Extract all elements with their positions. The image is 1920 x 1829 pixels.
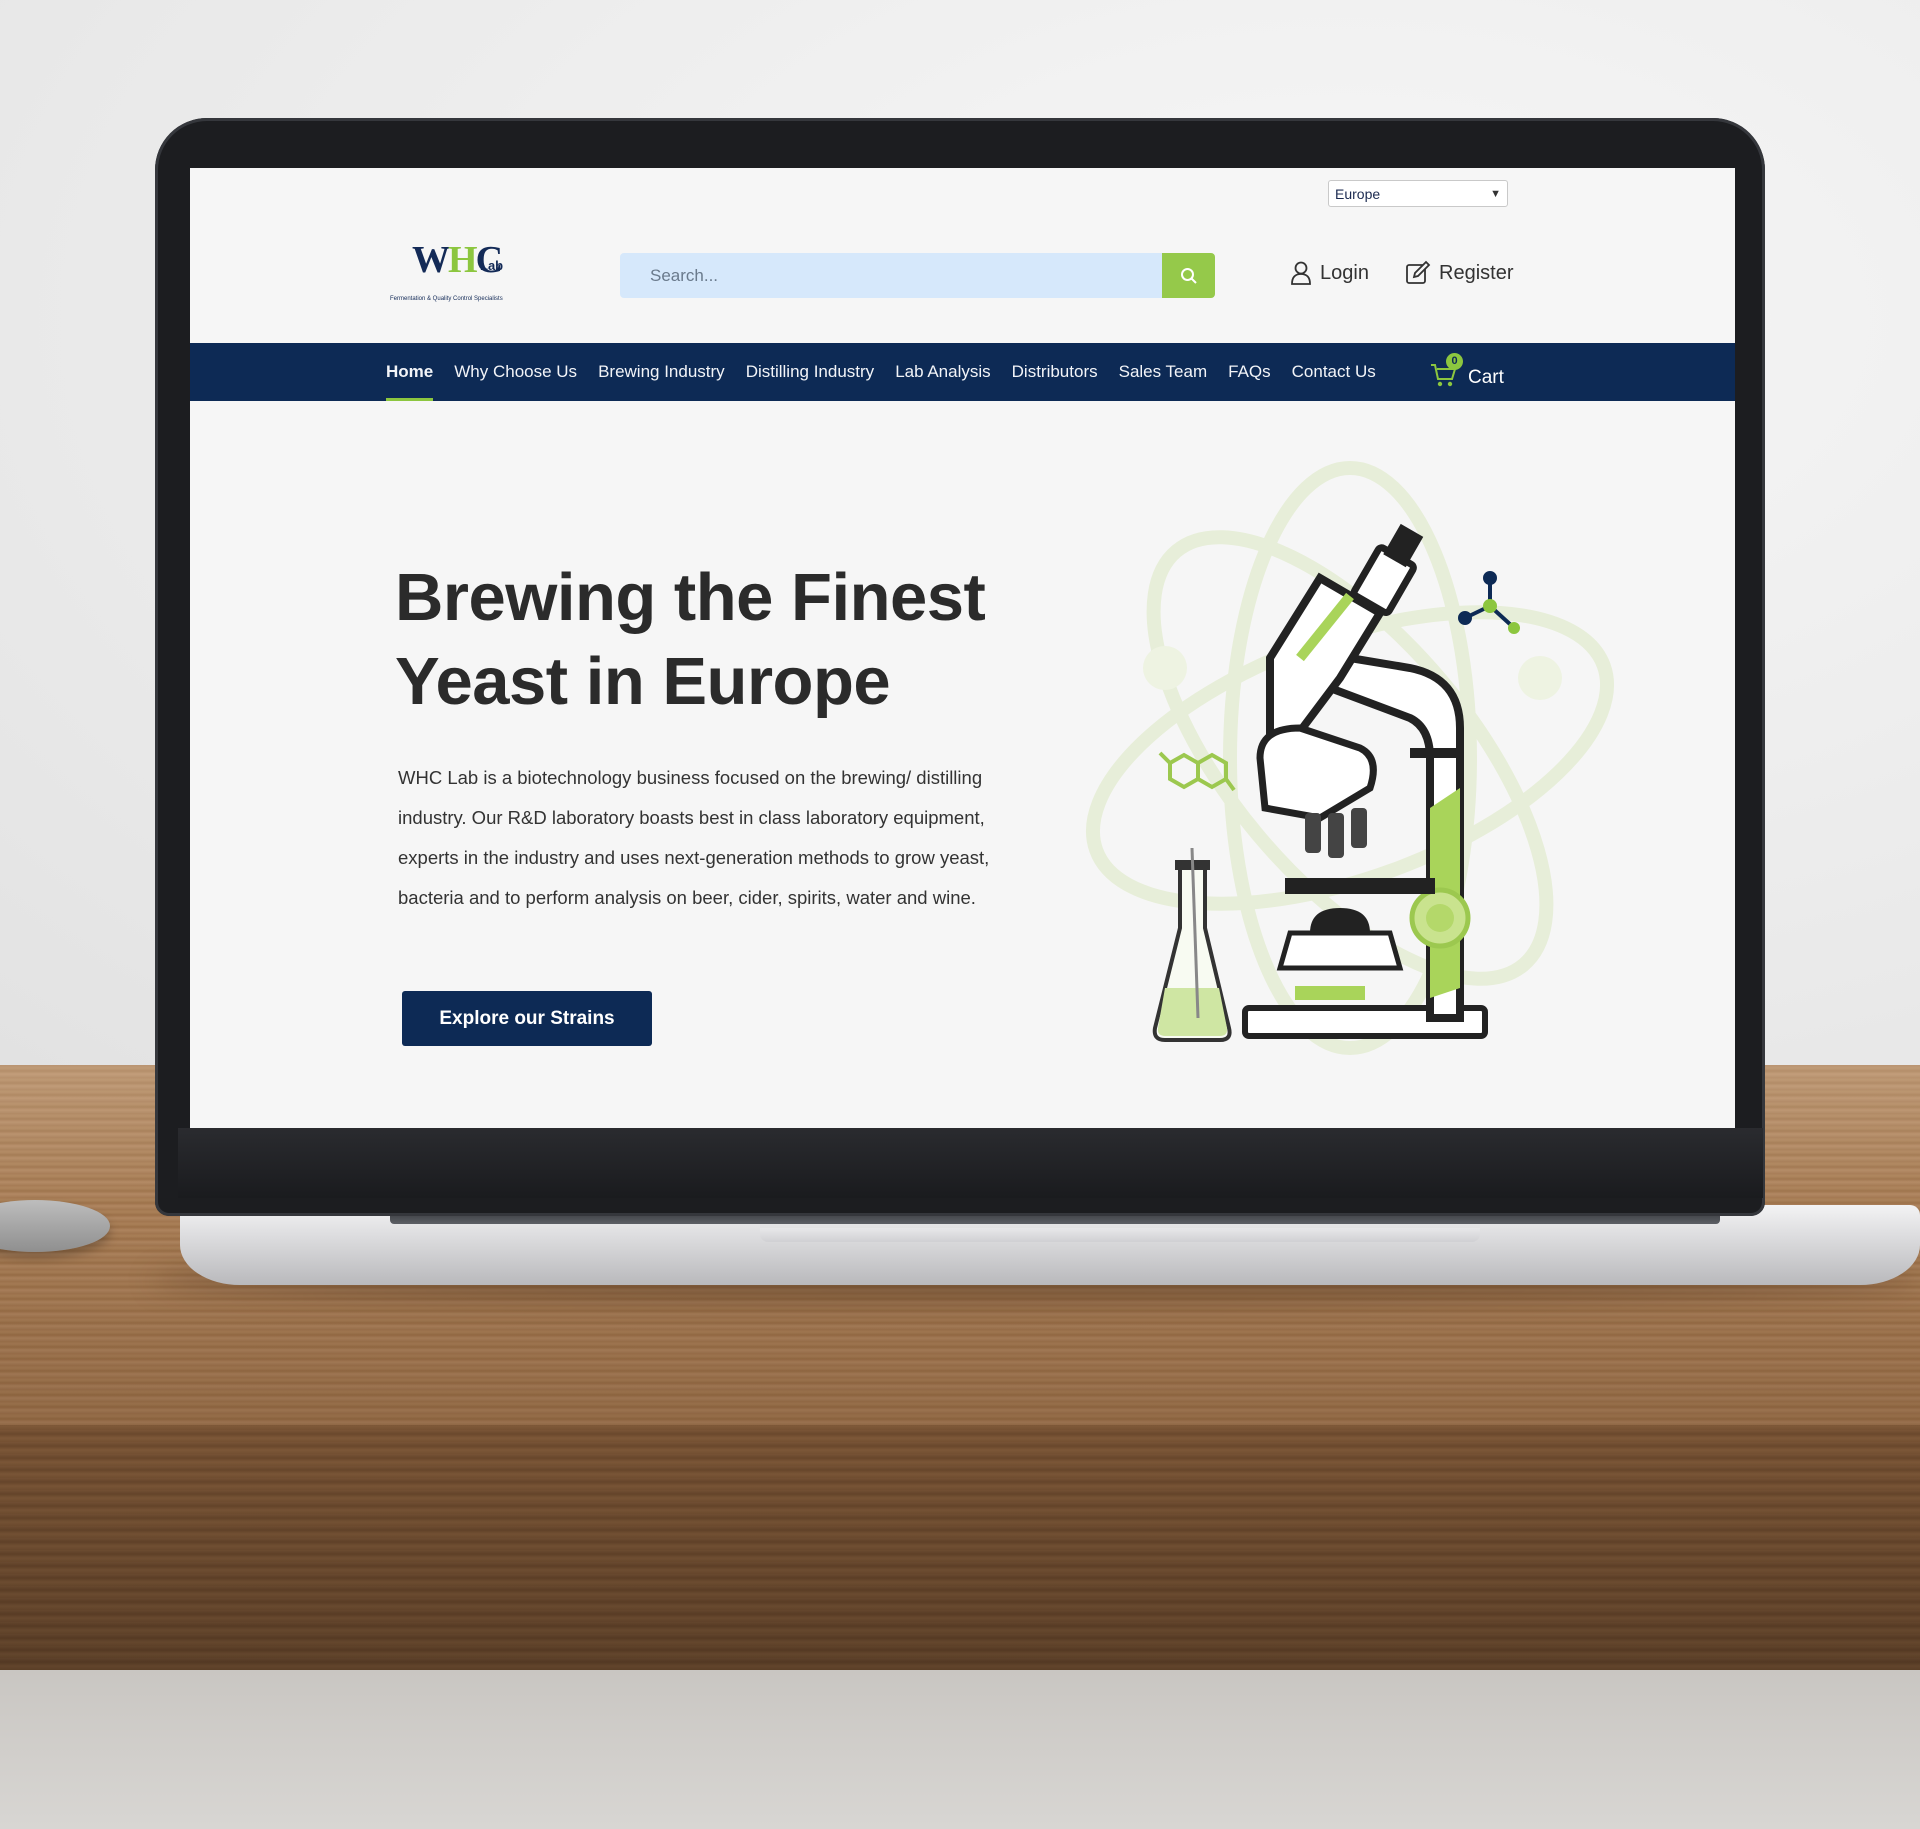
search-input[interactable]: Search... [620, 253, 1162, 298]
laptop-chin [178, 1128, 1763, 1198]
nav-item-lab-analysis[interactable]: Lab Analysis [895, 362, 990, 382]
explore-strains-button[interactable]: Explore our Strains [402, 991, 652, 1046]
nav-item-sales-team[interactable]: Sales Team [1119, 362, 1208, 382]
region-select-value: Europe [1335, 185, 1381, 202]
nav-item-faqs[interactable]: FAQs [1228, 362, 1271, 382]
chevron-down-icon: ▼ [1490, 187, 1501, 200]
website-screen: Europe ▼ WHC Lab Fermentation & Quality … [190, 168, 1735, 1128]
cart-label: Cart [1468, 367, 1504, 388]
user-icon [1291, 261, 1311, 285]
logo-lab-text: Lab [480, 258, 504, 273]
register-label: Register [1439, 261, 1514, 284]
hero-description: WHC Lab is a biotechnology business focu… [398, 767, 990, 908]
cart-link[interactable]: 0 Cart [1430, 353, 1504, 389]
atom-node [1143, 646, 1187, 690]
atom-node [1518, 656, 1562, 700]
nav-item-distributors[interactable]: Distributors [1012, 362, 1098, 382]
search-bar: Search... [620, 253, 1215, 298]
cart-count-badge: 0 [1446, 353, 1463, 370]
hero-title: Brewing the Finest Yeast in Europe [395, 560, 986, 719]
nav-item-contact-us[interactable]: Contact Us [1292, 362, 1376, 382]
main-navigation: Home Why Choose Us Brewing Industry Dist… [190, 343, 1735, 401]
site-logo[interactable]: WHC Lab Fermentation & Quality Control S… [390, 238, 550, 310]
nav-item-distilling-industry[interactable]: Distilling Industry [746, 362, 875, 382]
flask-icon [1152, 847, 1232, 1042]
search-icon [1180, 267, 1197, 284]
search-button[interactable] [1162, 253, 1215, 298]
register-link[interactable]: Register [1405, 260, 1513, 286]
region-select[interactable]: Europe ▼ [1328, 180, 1508, 207]
login-label: Login [1320, 261, 1369, 284]
login-link[interactable]: Login [1290, 260, 1369, 286]
nav-item-home[interactable]: Home [386, 362, 434, 401]
molecule-icon [1458, 571, 1520, 634]
nav-items: Home Why Choose Us Brewing Industry Dist… [386, 343, 1397, 401]
nav-item-why-choose-us[interactable]: Why Choose Us [454, 362, 577, 382]
floor [0, 1670, 1920, 1829]
cart-icon-wrap: 0 [1430, 353, 1463, 389]
nav-item-brewing-industry[interactable]: Brewing Industry [598, 362, 725, 382]
logo-accent-letter: H [448, 239, 478, 281]
edit-icon [1406, 260, 1431, 284]
desk-edge [0, 1425, 1920, 1670]
logo-tagline: Fermentation & Quality Control Specialis… [390, 296, 503, 302]
microscope-illustration [1085, 461, 1615, 1055]
laptop-trackpad-edge [760, 1228, 1480, 1242]
